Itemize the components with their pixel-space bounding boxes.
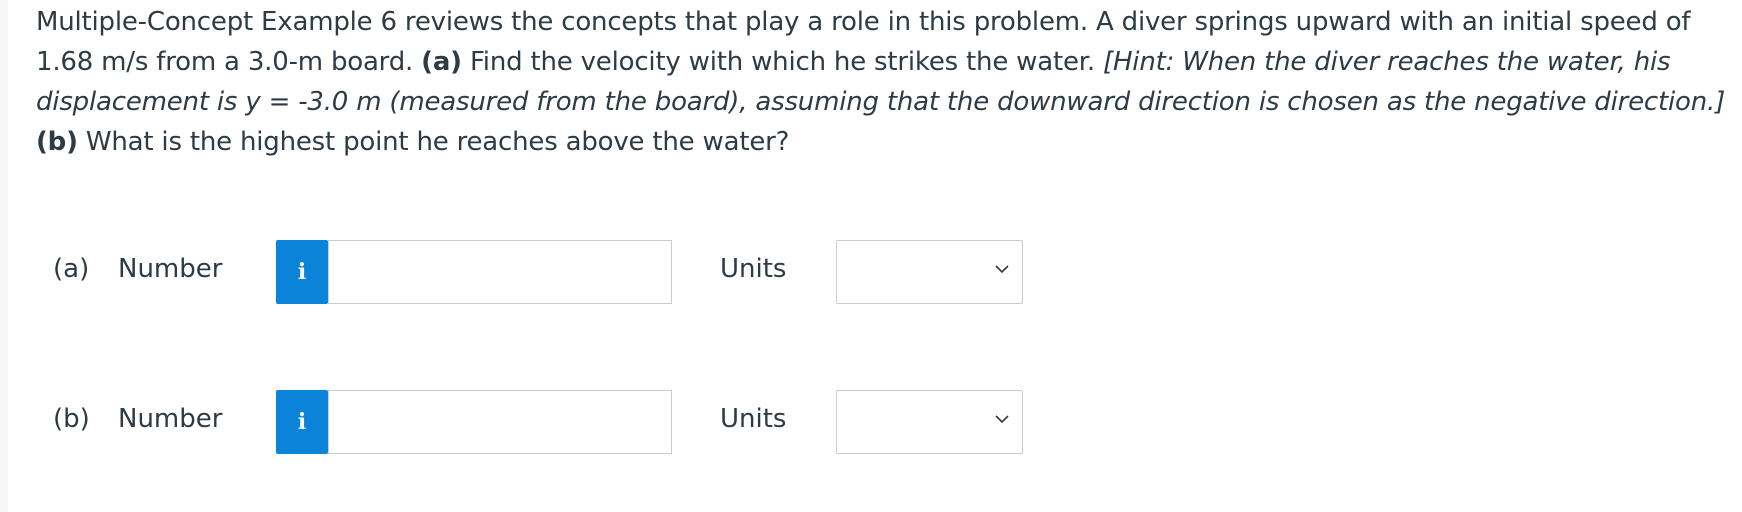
info-icon[interactable]: i [276,390,328,454]
chevron-down-icon [995,265,1009,274]
number-input-a[interactable] [328,240,672,304]
part-label: (b) [53,404,90,434]
part-label: (a) [53,254,90,284]
number-input-b[interactable] [328,390,672,454]
units-select-a[interactable] [836,240,1023,304]
units-label: Units [720,404,787,434]
info-icon[interactable]: i [276,240,328,304]
answer-row-a: (a) Number i Units [8,240,1108,304]
question-text: Multiple-Concept Example 6 reviews the c… [36,2,1726,162]
units-select-b[interactable] [836,390,1023,454]
part-b-text: What is the highest point he reaches abo… [77,127,790,157]
part-a-tag: (a) [421,47,462,77]
number-label: Number [118,254,223,284]
chevron-down-icon [995,415,1009,424]
part-a-text: Find the velocity with which he strikes … [461,47,1103,77]
number-label: Number [118,404,223,434]
part-b-tag: (b) [36,127,78,157]
units-label: Units [720,254,787,284]
answer-row-b: (b) Number i Units [8,390,1108,454]
question-panel: Multiple-Concept Example 6 reviews the c… [8,0,1742,512]
